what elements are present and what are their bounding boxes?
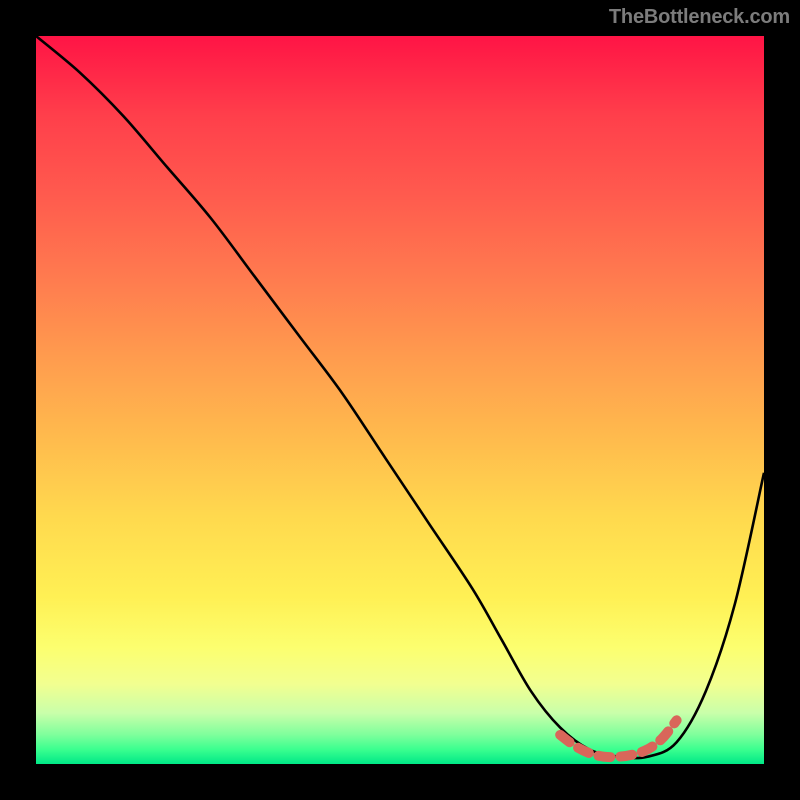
plot-area (36, 36, 764, 764)
chart-container: TheBottleneck.com (0, 0, 800, 800)
chart-svg (36, 36, 764, 764)
highlight-band (560, 720, 676, 757)
bottleneck-curve (36, 36, 764, 758)
watermark-text: TheBottleneck.com (609, 6, 790, 29)
